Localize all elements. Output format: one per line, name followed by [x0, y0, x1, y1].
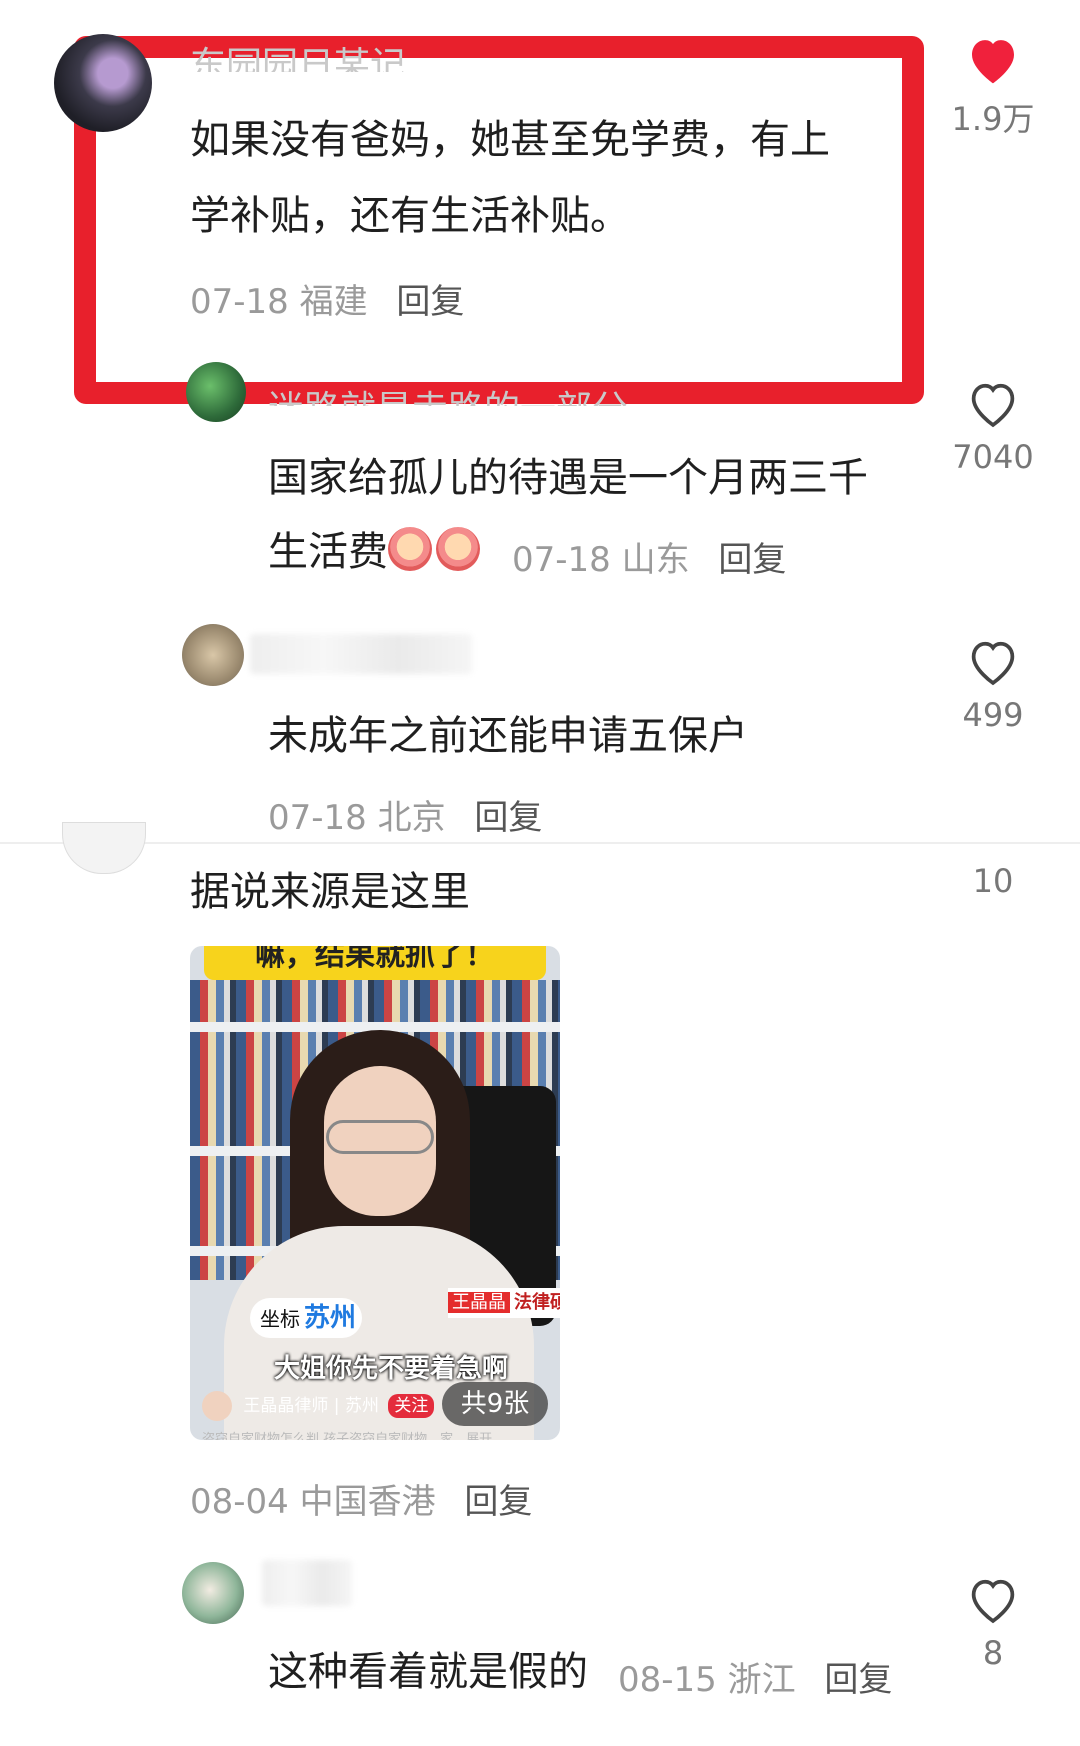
comment-text-line: 据说来源是这里: [190, 869, 470, 915]
avatar[interactable]: [182, 1562, 244, 1624]
comment-location: 北京: [377, 798, 446, 838]
like-count: 1.9万: [951, 100, 1035, 138]
reply-button[interactable]: 回复: [396, 282, 464, 322]
comment-date: 08-15: [618, 1660, 717, 1700]
crying-emoji-icon: [436, 527, 480, 571]
comment-date: 07-18: [512, 540, 611, 580]
comment-date: 07-18: [190, 282, 289, 322]
glasses: [326, 1120, 434, 1154]
follow-button[interactable]: 关注: [388, 1394, 435, 1418]
like-button[interactable]: 499: [938, 636, 1048, 734]
like-button[interactable]: 7040: [938, 378, 1048, 476]
reply-button[interactable]: 回复: [824, 1660, 892, 1700]
heart-filled-icon: [972, 40, 1014, 84]
reply-button[interactable]: 回复: [718, 540, 786, 580]
comment-meta: 08-04 中国香港 回复: [190, 1474, 532, 1523]
comment-location: 福建: [299, 282, 368, 322]
comment-image[interactable]: 嘛，结果就抓了！ 坐标苏州 王晶晶法律硕士 大姐你先不要着急啊 王晶晶律师 | …: [190, 946, 560, 1440]
heart-outline-icon: [971, 1579, 1015, 1624]
comment-date: 08-04: [190, 1482, 289, 1522]
like-button[interactable]: 1.9万: [938, 34, 1048, 140]
account-avatar: [202, 1391, 232, 1421]
comment-meta: 07-18 山东 回复: [512, 532, 786, 581]
avatar[interactable]: [182, 624, 244, 686]
comment-text-line: 学补贴，还有生活补贴。: [190, 193, 630, 239]
like-count: 499: [962, 696, 1024, 734]
comment-text-line: 如果没有爸妈，她甚至免学费，有上: [190, 117, 830, 163]
comment-date: 07-18: [268, 798, 367, 838]
title-tag: 王晶晶法律硕士: [448, 1288, 560, 1318]
blurred-username: [250, 634, 472, 674]
comment-meta: 07-18 福建 回复: [190, 274, 464, 323]
divider: [0, 842, 1080, 844]
location-tag: 坐标 苏州: [250, 1298, 362, 1338]
comment-text-line: 未成年之前还能申请五保户: [268, 713, 748, 759]
account-name: 王晶晶律师 | 苏州: [243, 1396, 379, 1416]
image-banner: 嘛，结果就抓了！: [204, 946, 546, 980]
like-button[interactable]: 10: [938, 858, 1048, 900]
comment-meta: 07-18 北京 回复: [268, 790, 542, 839]
comment-text-line: 这种看着就是假的: [268, 1649, 588, 1695]
comment-meta: 08-15 浙江 回复: [618, 1652, 892, 1701]
reply-button[interactable]: 回复: [464, 1482, 532, 1522]
heart-outline-icon: [971, 383, 1015, 428]
image-caption: 盗窃自家财物怎么判 孩子盗窃自家财物，家…展开: [202, 1432, 493, 1440]
image-count-badge: 共9张: [442, 1382, 548, 1426]
like-button[interactable]: 8: [938, 1574, 1048, 1672]
subtitle: 大姐你先不要着急啊: [274, 1354, 509, 1384]
comment-location: 中国香港: [299, 1482, 436, 1522]
comment-author[interactable]: 迷路就是走路的一部分: [268, 380, 628, 406]
like-count: 7040: [952, 438, 1034, 476]
comment-text-line: 国家给孤儿的待遇是一个月两三千: [268, 455, 868, 501]
heart-outline-icon: [971, 641, 1015, 686]
avatar[interactable]: [54, 34, 152, 132]
comment-location: 浙江: [727, 1660, 796, 1700]
like-count: 8: [982, 1634, 1004, 1672]
reply-button[interactable]: 回复: [474, 798, 542, 838]
avatar[interactable]: [186, 362, 246, 422]
like-count: 10: [972, 862, 1014, 900]
blurred-username: [262, 1560, 352, 1606]
comment-text-row: 生活费: [268, 514, 484, 590]
comment-text-line: 生活费: [268, 529, 388, 575]
comment-author[interactable]: 东园园日某记: [190, 20, 406, 72]
comment-location: 山东: [621, 540, 690, 580]
crying-emoji-icon: [388, 527, 432, 571]
avatar[interactable]: [62, 822, 146, 874]
